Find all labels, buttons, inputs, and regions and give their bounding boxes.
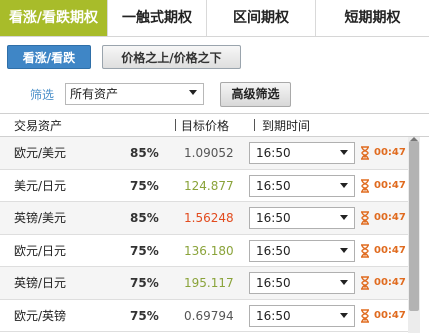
tab-short-term[interactable]: 短期期权	[316, 0, 429, 36]
subtab-call-put[interactable]: 看涨/看跌	[7, 45, 91, 69]
table-row[interactable]: 英镑/美元 85% 1.56248 16:50 00:47	[0, 202, 408, 235]
table-row[interactable]: 美元/日元 75% 124.877 16:50 00:47	[0, 169, 408, 202]
target-price: 124.877	[184, 178, 234, 193]
filter-label: 筛选	[30, 88, 55, 102]
expiry-time-value: 16:50	[256, 211, 291, 225]
table-row[interactable]: 欧元/美元 85% 1.09052 16:50 00:47	[0, 137, 408, 170]
chevron-down-icon	[189, 90, 197, 95]
target-price: 1.56248	[184, 211, 234, 225]
hourglass-icon	[361, 276, 369, 290]
payout-percent: 85%	[130, 146, 159, 160]
asset-name: 欧元/美元	[14, 146, 67, 160]
tab-range[interactable]: 区间期权	[207, 0, 316, 36]
expiry-time-value: 16:50	[256, 243, 291, 258]
hourglass-icon	[361, 308, 369, 323]
tab-call-put[interactable]: 看涨/看跌期权	[0, 0, 108, 36]
expiry-time-select[interactable]: 16:50	[249, 239, 355, 262]
target-price: 0.69794	[184, 308, 234, 323]
asset-name: 欧元/英镑	[14, 308, 67, 323]
chevron-down-icon	[340, 215, 348, 220]
chevron-down-icon	[340, 182, 348, 188]
countdown-timer: 00:47	[374, 244, 406, 256]
expiry-time-select[interactable]: 16:50	[249, 207, 355, 229]
subtab-above-below[interactable]: 价格之上/价格之下	[102, 45, 241, 69]
table-header: 交易资产 目标价格 到期时间	[0, 113, 429, 137]
table-row[interactable]: 英镑/日元 75% 195.117 16:50 00:47	[0, 267, 408, 300]
table-row[interactable]: 欧元/日元 75% 136.180 16:50 00:47	[0, 234, 408, 267]
target-price: 195.117	[184, 276, 234, 290]
asset-list: 欧元/美元 85% 1.09052 16:50 00:47 美元/日元 75% …	[0, 137, 408, 332]
target-price: 136.180	[184, 243, 234, 258]
asset-name: 美元/日元	[14, 178, 67, 193]
header-expiry: 到期时间	[262, 119, 311, 133]
header-target-price: 目标价格	[181, 119, 230, 133]
hourglass-icon	[361, 243, 369, 258]
header-divider	[254, 119, 255, 131]
header-asset: 交易资产	[14, 119, 63, 133]
payout-percent: 75%	[130, 243, 159, 258]
chevron-down-icon	[340, 312, 348, 318]
expiry-time-select[interactable]: 16:50	[249, 304, 355, 327]
sub-tabs: 看涨/看跌 价格之上/价格之下	[7, 45, 241, 69]
scrollbar[interactable]	[408, 137, 420, 333]
scroll-thumb[interactable]	[409, 141, 419, 311]
hourglass-icon	[361, 146, 369, 160]
countdown-timer: 00:47	[374, 147, 406, 158]
advanced-filter-button[interactable]: 高级筛选	[220, 82, 291, 107]
payout-percent: 75%	[130, 178, 159, 193]
expiry-time-value: 16:50	[256, 178, 291, 193]
chevron-down-icon	[340, 150, 348, 155]
tab-one-touch[interactable]: 一触式期权	[108, 0, 207, 36]
chevron-down-icon	[340, 247, 348, 253]
table-row[interactable]: 欧元/英镑 75% 0.69794 16:50 00:47	[0, 299, 408, 332]
asset-filter-select[interactable]: 所有资产	[65, 83, 204, 105]
chevron-down-icon	[340, 280, 348, 285]
header-divider	[175, 119, 176, 131]
hourglass-icon	[361, 211, 369, 225]
payout-percent: 85%	[130, 211, 159, 225]
payout-percent: 75%	[130, 308, 159, 323]
expiry-time-value: 16:50	[256, 146, 291, 160]
payout-percent: 75%	[130, 276, 159, 290]
expiry-time-value: 16:50	[256, 276, 291, 290]
asset-name: 欧元/日元	[14, 243, 67, 258]
asset-filter-value: 所有资产	[70, 87, 119, 101]
expiry-time-select[interactable]: 16:50	[249, 272, 355, 294]
target-price: 1.09052	[184, 146, 234, 160]
hourglass-icon	[361, 178, 369, 193]
expiry-time-select[interactable]: 16:50	[249, 142, 355, 164]
countdown-timer: 00:47	[374, 309, 406, 321]
product-tabs: 看涨/看跌期权 一触式期权 区间期权 短期期权	[0, 0, 429, 37]
countdown-timer: 00:47	[374, 212, 406, 223]
asset-name: 英镑/美元	[14, 211, 67, 225]
expiry-time-value: 16:50	[256, 308, 291, 323]
asset-name: 英镑/日元	[14, 276, 67, 290]
countdown-timer: 00:47	[374, 277, 406, 288]
expiry-time-select[interactable]: 16:50	[249, 174, 355, 197]
countdown-timer: 00:47	[374, 179, 406, 191]
